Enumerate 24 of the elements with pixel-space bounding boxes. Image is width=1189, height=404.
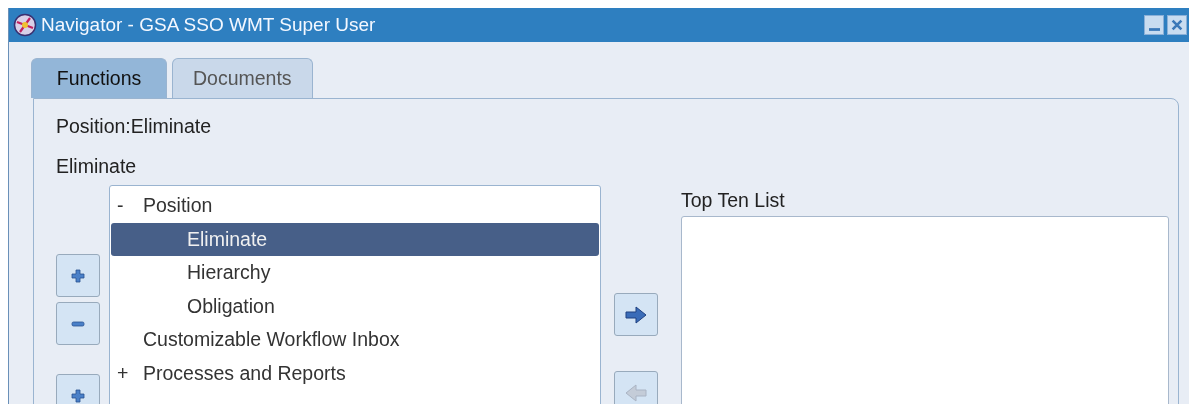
close-button[interactable] xyxy=(1167,15,1187,35)
minimize-button[interactable] xyxy=(1144,15,1164,35)
right-arrow-icon xyxy=(624,304,648,325)
tab[interactable]: Functions xyxy=(31,58,167,98)
minimize-icon xyxy=(1148,28,1160,31)
function-path: Position:Eliminate xyxy=(56,115,212,139)
add-button[interactable] xyxy=(614,293,658,336)
window-title: Navigator - GSA SSO WMT Super User xyxy=(41,14,377,36)
tree-item[interactable]: Obligation xyxy=(111,289,599,323)
plus-icon xyxy=(70,267,86,284)
close-icon xyxy=(1170,18,1184,32)
globe-icon xyxy=(13,13,37,37)
tree-item[interactable]: + Processes and Reports xyxy=(111,356,599,390)
tree-item[interactable]: Customizable Workflow Inbox xyxy=(111,323,599,357)
tree-item[interactable]: Eliminate xyxy=(111,222,599,256)
expand-button[interactable] xyxy=(56,254,100,297)
left-arrow-icon xyxy=(624,382,648,403)
tab[interactable]: Documents xyxy=(172,58,313,98)
collapse-button[interactable] xyxy=(56,302,100,345)
list-label: Top Ten List xyxy=(681,188,786,213)
tree-item[interactable]: - Position xyxy=(111,189,599,223)
plus-icon xyxy=(70,387,86,404)
function-description: Eliminate xyxy=(56,155,138,179)
tree-item[interactable]: Hierarchy xyxy=(111,256,599,290)
